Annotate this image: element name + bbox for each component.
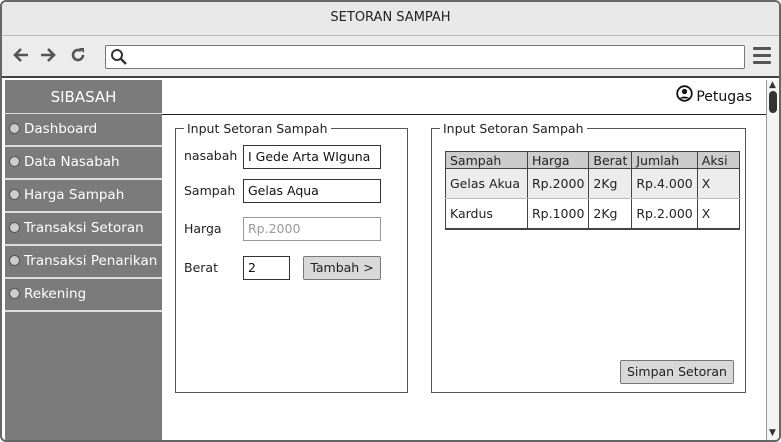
sidebar-item-label: Rekening	[24, 286, 87, 302]
scroll-thumb[interactable]	[769, 91, 777, 113]
sidebar-item-harga-sampah[interactable]: Harga Sampah	[5, 180, 162, 213]
sidebar-item-rekening[interactable]: Rekening	[5, 279, 162, 312]
bullet-icon	[9, 155, 20, 167]
arrow-left-icon[interactable]	[12, 46, 30, 67]
sidebar-item-label: Data Nasabah	[24, 154, 120, 170]
table-cell: 2Kg	[588, 198, 633, 230]
sampah-field[interactable]: Gelas Aqua	[243, 179, 381, 203]
sidebar: SIBASAH Dashboard Data Nasabah Harga Sam…	[5, 80, 162, 440]
bullet-icon	[9, 122, 20, 134]
sidebar-item-dashboard[interactable]: Dashboard	[5, 114, 162, 147]
berat-field[interactable]: 2	[243, 256, 290, 280]
table-cell: Rp.4.000	[631, 168, 698, 199]
user-icon	[676, 85, 694, 106]
table-cell: 2Kg	[588, 168, 633, 199]
setoran-table: Sampah Harga Berat Jumlah Aksi Gelas Aku…	[445, 151, 740, 230]
sidebar-item-data-nasabah[interactable]: Data Nasabah	[5, 147, 162, 180]
arrow-right-icon[interactable]	[39, 46, 57, 67]
address-bar[interactable]	[105, 45, 745, 69]
column-header: Sampah	[445, 151, 528, 169]
column-header: Jumlah	[631, 151, 698, 169]
column-header: Harga	[526, 151, 590, 169]
window-title: SETORAN SAMPAH	[2, 2, 779, 36]
sidebar-item-label: Dashboard	[24, 121, 98, 137]
user-label: Petugas	[696, 89, 752, 105]
scroll-up-icon[interactable]: ▲	[769, 80, 776, 90]
bullet-icon	[9, 188, 20, 200]
content-header: Petugas	[162, 80, 766, 115]
table-cell: Rp.1000	[526, 198, 590, 230]
table-cell: Rp.2.000	[631, 198, 698, 230]
table-cell: Rp.2000	[526, 168, 590, 199]
sidebar-item-transaksi-penarikan[interactable]: Transaksi Penarikan	[5, 246, 162, 279]
nasabah-label: nasabah	[184, 148, 238, 163]
user-menu[interactable]: Petugas	[676, 85, 752, 106]
tambah-button[interactable]: Tambah >	[303, 256, 381, 280]
bullet-icon	[9, 221, 20, 233]
table-cell: Gelas Akua	[445, 168, 528, 199]
sidebar-item-transaksi-setoran[interactable]: Transaksi Setoran	[5, 213, 162, 246]
bullet-icon	[9, 254, 20, 266]
bullet-icon	[9, 287, 20, 299]
reload-icon[interactable]	[69, 46, 87, 67]
harga-label: Harga	[184, 221, 222, 236]
berat-label: Berat	[184, 260, 218, 275]
search-icon	[110, 48, 128, 70]
table-header-row: Sampah Harga Berat Jumlah Aksi	[445, 151, 740, 169]
delete-action[interactable]: X	[696, 198, 740, 230]
hamburger-icon[interactable]	[753, 47, 771, 65]
brand-title: SIBASAH	[5, 80, 162, 114]
harga-field[interactable]: Rp.2000	[243, 217, 381, 241]
nasabah-field[interactable]: I Gede Arta WIguna	[243, 145, 381, 169]
column-header: Berat	[588, 151, 633, 169]
sidebar-item-label: Harga Sampah	[24, 187, 125, 203]
column-header: Aksi	[696, 151, 740, 169]
simpan-setoran-button[interactable]: Simpan Setoran	[620, 360, 734, 384]
list-legend: Input Setoran Sampah	[443, 121, 584, 136]
table-cell: Kardus	[445, 198, 528, 230]
sidebar-item-label: Transaksi Setoran	[24, 220, 144, 236]
scroll-down-icon[interactable]: ▼	[769, 428, 776, 438]
vertical-scrollbar[interactable]: ▲ ▼	[766, 80, 779, 440]
table-row: Gelas Akua Rp.2000 2Kg Rp.4.000 X	[445, 168, 740, 199]
table-row: Kardus Rp.1000 2Kg Rp.2.000 X	[445, 198, 740, 230]
sidebar-item-label: Transaksi Penarikan	[24, 253, 158, 269]
delete-action[interactable]: X	[696, 168, 740, 199]
form-legend: Input Setoran Sampah	[187, 121, 328, 136]
browser-toolbar	[2, 36, 779, 78]
sampah-label: Sampah	[184, 183, 236, 198]
